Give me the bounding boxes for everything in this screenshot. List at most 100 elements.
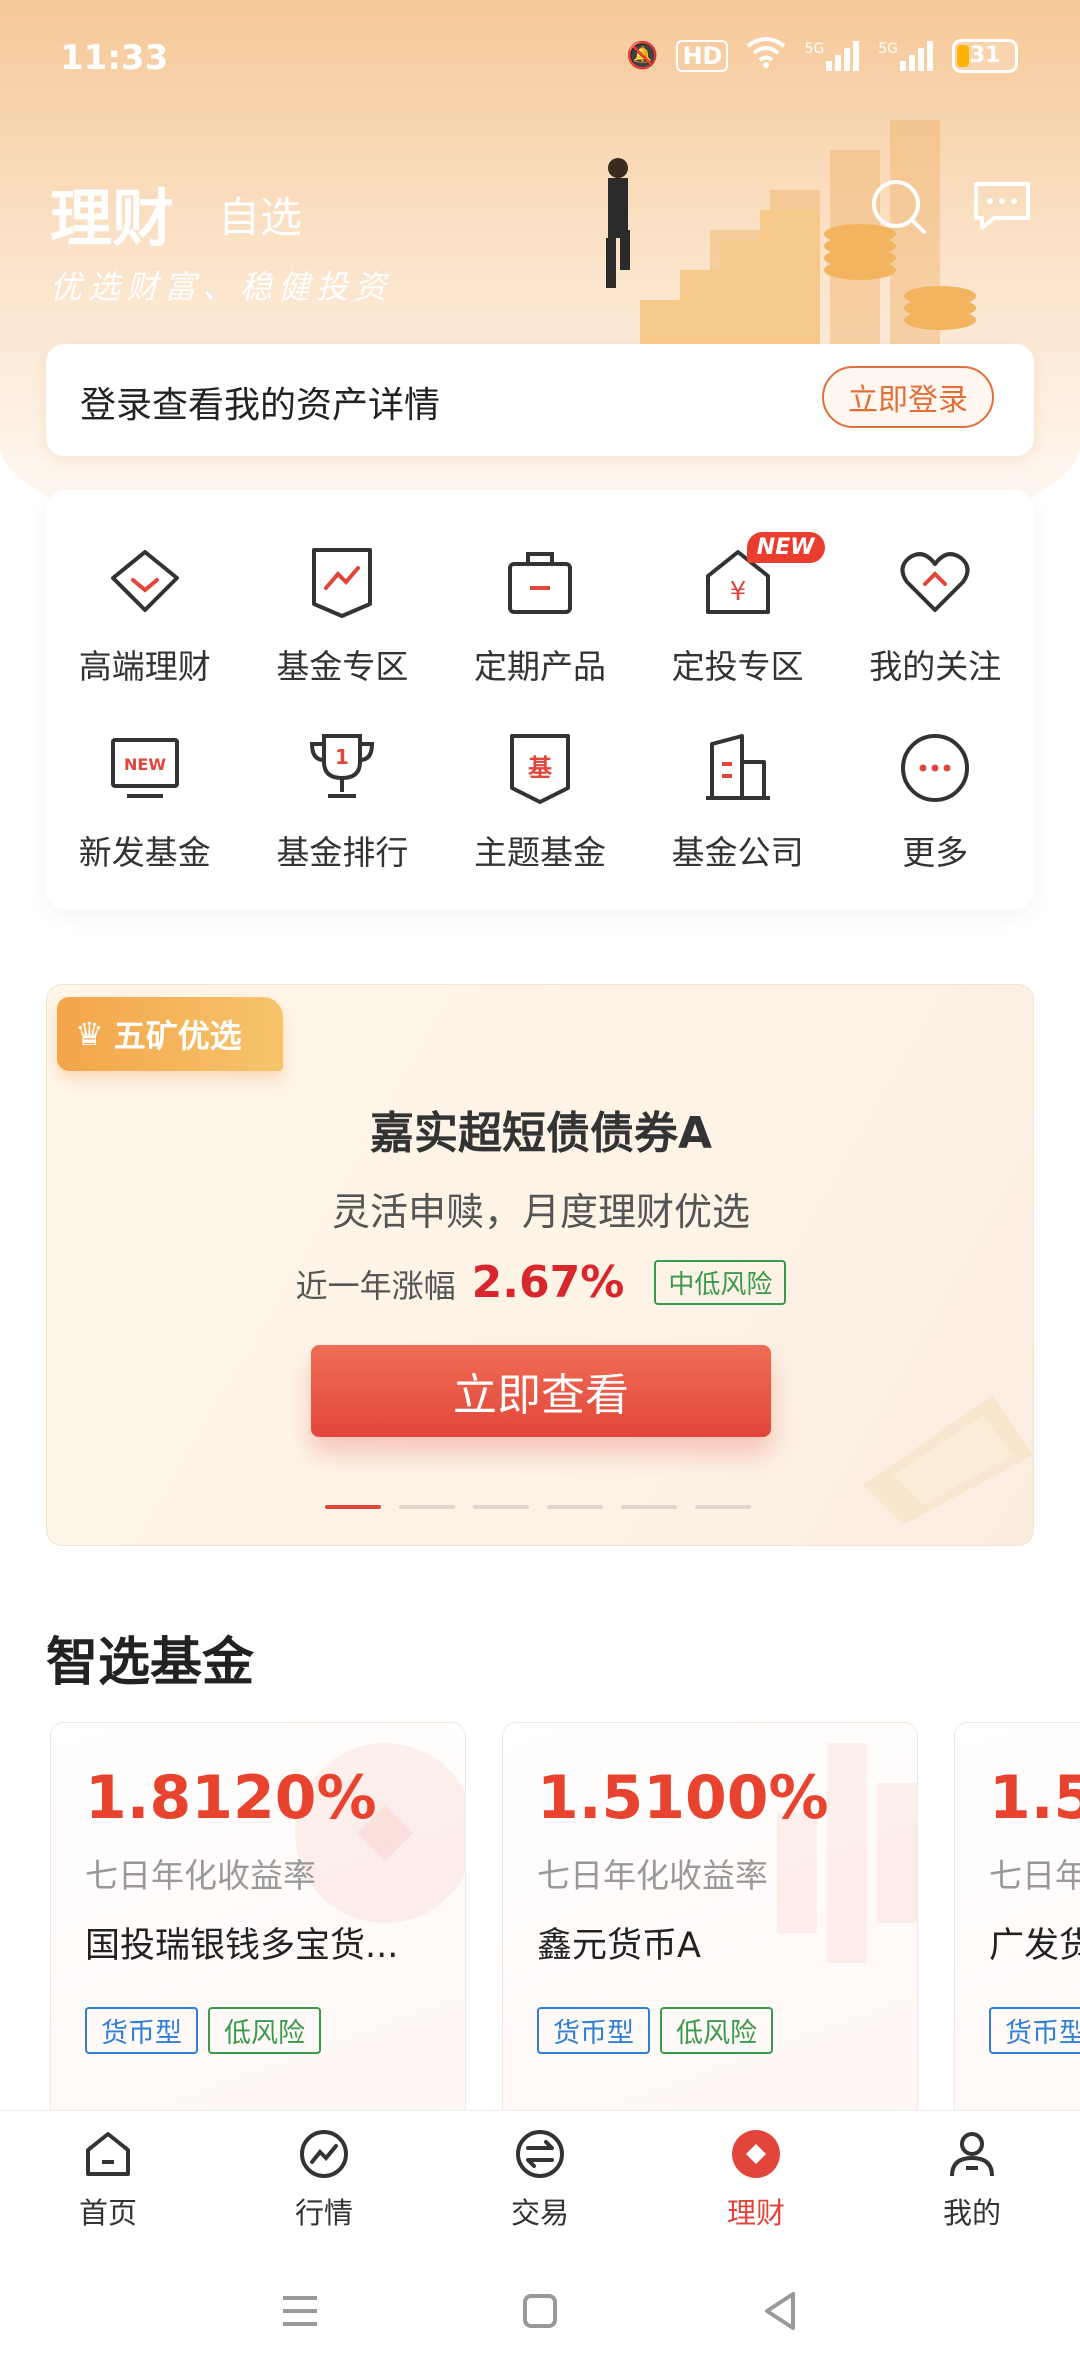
more-icon	[901, 734, 970, 802]
market-icon	[300, 2129, 348, 2178]
entry-label: 新发基金	[78, 833, 211, 872]
battery-icon: 31	[952, 38, 1018, 73]
svg-text:¥: ¥	[729, 577, 746, 607]
back-icon[interactable]	[753, 2284, 807, 2338]
carousel-dot	[621, 1505, 677, 1509]
tab-watchlist[interactable]: 自选	[218, 184, 302, 245]
chart-flag-icon	[312, 548, 373, 618]
entry-fund-ranking[interactable]: 1 基金排行	[244, 726, 442, 874]
fund-tags: 货币型 低风险	[85, 2007, 321, 2054]
tab-label: 首页	[78, 2195, 137, 2230]
banner-decoration	[863, 1395, 1033, 1525]
bottom-tab-bar: 首页 行情 交易 理财 我的	[0, 2110, 1080, 2246]
tab-label: 理财	[726, 2195, 785, 2230]
entry-label: 基金排行	[276, 833, 409, 872]
tab-home[interactable]: 首页	[0, 2111, 216, 2246]
fund-rate: 1.5100%	[537, 1763, 829, 1833]
tab-mine[interactable]: 我的	[864, 2111, 1080, 2246]
quick-entry-card: 高端理财 基金专区 定期产品 ¥ NEW 定投专区 我的关注 NEW 新发基金	[46, 490, 1034, 910]
entry-new-fund[interactable]: NEW 新发基金	[46, 726, 244, 874]
wealth-icon	[732, 2129, 780, 2178]
banner-rate-value: 2.67%	[471, 1257, 625, 1308]
banner-risk-badge: 中低风险	[654, 1260, 787, 1305]
view-now-button[interactable]: 立即查看	[311, 1345, 771, 1437]
fund-rate: 1.57	[989, 1763, 1080, 1833]
banner-tag-label: 五矿优选	[113, 1017, 242, 1055]
signal-5g-icon: 5G	[878, 40, 934, 71]
carousel-dot	[695, 1505, 751, 1509]
fund-card[interactable]: 1.5100% 七日年化收益率 鑫元货币A 货币型 低风险	[502, 1722, 918, 2122]
new-screen-text: NEW	[124, 755, 166, 774]
entry-theme-fund[interactable]: 基 主题基金	[441, 726, 639, 874]
login-button[interactable]: 立即登录	[822, 366, 994, 428]
carousel-dot	[325, 1505, 381, 1509]
home-square-icon[interactable]	[513, 2284, 567, 2338]
trophy-icon: 1	[310, 734, 375, 798]
entry-fixed-term[interactable]: 定期产品	[441, 540, 639, 688]
banner-rate-row: 近一年涨幅 2.67% 中低风险	[47, 1257, 1033, 1308]
tab-label: 行情	[294, 2195, 353, 2230]
signal-5g-icon: 5G	[804, 40, 860, 71]
entry-fund-company[interactable]: 基金公司	[639, 726, 837, 874]
fund-tags: 货币型 低风险	[537, 2007, 773, 2054]
fund-card[interactable]: 1.8120% 七日年化收益率 国投瑞银钱多宝货... 货币型 低风险	[50, 1722, 466, 2122]
banner-tag: ♛ 五矿优选	[57, 997, 283, 1071]
login-card: 登录查看我的资产详情 立即登录	[46, 344, 1034, 456]
banner-subtitle: 灵活申赎，月度理财优选	[331, 1190, 750, 1234]
fund-type-tag: 货币型	[537, 2007, 650, 2054]
fund-rate: 1.8120%	[85, 1763, 377, 1833]
status-bar: 11:33 🔕 HD 5G 5G 31	[0, 0, 1080, 110]
home-icon	[86, 2131, 130, 2176]
entry-label: 基金专区	[276, 647, 409, 686]
fund-card[interactable]: 1.57 七日年 广发货 货币型	[954, 1722, 1080, 2122]
menu-icon[interactable]	[273, 2284, 327, 2338]
promo-banner[interactable]: ♛ 五矿优选 嘉实超短债债券A 灵活申赎，月度理财优选 近一年涨幅 2.67% …	[46, 984, 1034, 1546]
message-icon[interactable]	[972, 180, 1032, 232]
fund-name: 国投瑞银钱多宝货...	[85, 1926, 399, 1966]
entry-label: 基金公司	[671, 833, 804, 872]
user-icon	[950, 2131, 994, 2176]
entry-fund-zone[interactable]: 基金专区	[244, 540, 442, 688]
fund-rate-label: 七日年化收益率	[85, 1856, 316, 1895]
section-title: 智选基金	[46, 1633, 255, 1693]
system-nav-bar	[0, 2246, 1080, 2376]
banner-fund-name: 嘉实超短债债券A	[369, 1108, 713, 1159]
entry-my-follow[interactable]: 我的关注	[836, 540, 1034, 688]
login-prompt: 登录查看我的资产详情	[80, 385, 441, 426]
page: 11:33 🔕 HD 5G 5G 31 理财 自选 优选财富、稳健投资 登录查看…	[0, 0, 1080, 2376]
shield-text: 基	[528, 754, 553, 782]
carousel-dot	[547, 1505, 603, 1509]
mute-icon: 🔕	[626, 40, 659, 71]
entry-more[interactable]: 更多	[836, 726, 1034, 874]
entry-label: 高端理财	[78, 647, 211, 686]
signal-5g-label: 5G	[804, 40, 825, 57]
heart-icon	[900, 552, 970, 612]
hd-icon: HD	[676, 39, 729, 72]
tab-trade[interactable]: 交易	[432, 2111, 648, 2246]
banner-rate-label: 近一年涨幅	[295, 1267, 456, 1305]
entry-high-end[interactable]: 高端理财	[46, 540, 244, 688]
building-icon	[705, 734, 770, 800]
bag-icon	[507, 552, 572, 614]
tab-wealth[interactable]: 理财	[648, 2111, 864, 2246]
carousel-dot	[473, 1505, 529, 1509]
fund-rate-label: 七日年	[989, 1856, 1080, 1895]
diamond-icon	[110, 550, 179, 612]
search-icon[interactable]	[870, 178, 928, 236]
entry-auto-invest[interactable]: ¥ NEW 定投专区	[639, 532, 837, 688]
fund-risk-tag: 低风险	[660, 2007, 773, 2054]
fund-name: 鑫元货币A	[537, 1926, 701, 1966]
carousel-dot	[399, 1505, 455, 1509]
entry-label: 我的关注	[869, 647, 1002, 686]
fund-name: 广发货	[989, 1926, 1080, 1966]
carousel-indicator	[325, 1505, 751, 1509]
crown-icon: ♛	[75, 1015, 104, 1053]
tab-label: 我的	[942, 2195, 1001, 2230]
tab-market[interactable]: 行情	[216, 2111, 432, 2246]
entry-label: 定期产品	[473, 647, 606, 686]
status-icons: 🔕 HD 5G 5G 31	[626, 36, 1018, 75]
wifi-icon	[746, 36, 786, 75]
entry-label: 主题基金	[473, 833, 606, 872]
slogan: 优选财富、稳健投资	[50, 268, 393, 306]
trade-icon	[516, 2129, 564, 2178]
